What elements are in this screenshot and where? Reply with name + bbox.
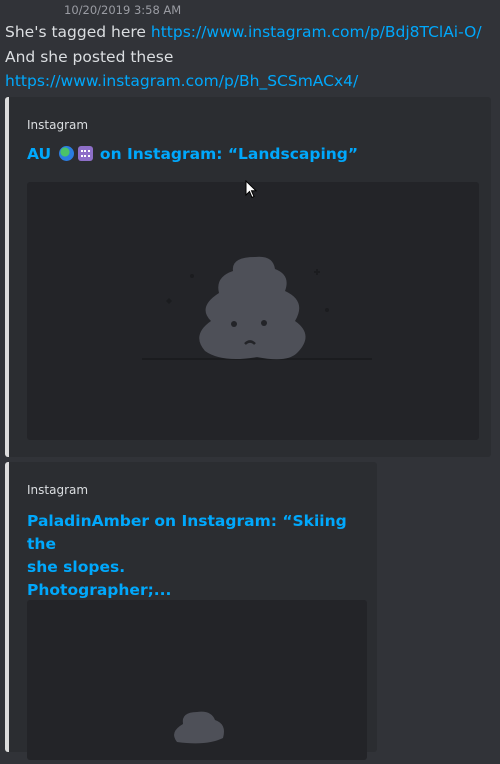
globe-emoji-icon [58,146,74,161]
instagram-link-1[interactable]: https://www.instagram.com/p/Bdj8TClAi-O/ [151,23,482,41]
link-embed: Instagram PaladinAmber on Instagram: “Sk… [5,462,377,760]
embed-title-link[interactable]: AU on Instagram: “Landscaping” [27,143,358,166]
link-embed: Instagram AU on Instagram: “Landscaping” [5,97,491,457]
embed-title-link[interactable]: PaladinAmber on Instagram: “Skiing the s… [27,510,357,602]
message-line-3: https://www.instagram.com/p/Bh_SCSmACx4/ [5,72,358,90]
embed-provider[interactable]: Instagram [27,483,88,497]
message-line-1: She's tagged here https://www.instagram.… [5,23,482,41]
embed-image-placeholder[interactable] [27,600,367,760]
message-text: She's tagged here [5,23,151,41]
embed-provider[interactable]: Instagram [27,118,88,132]
broken-image-poop-icon [142,256,372,360]
mouse-cursor-icon [245,180,258,199]
broken-image-poop-icon [174,711,224,744]
instagram-link-2[interactable]: https://www.instagram.com/p/Bh_SCSmACx4/ [5,72,358,90]
message-line-2: And she posted these [5,48,174,66]
aquarius-emoji-icon [77,146,93,161]
message-timestamp: 10/20/2019 3:58 AM [64,3,182,17]
embed-image-placeholder[interactable] [27,182,479,440]
